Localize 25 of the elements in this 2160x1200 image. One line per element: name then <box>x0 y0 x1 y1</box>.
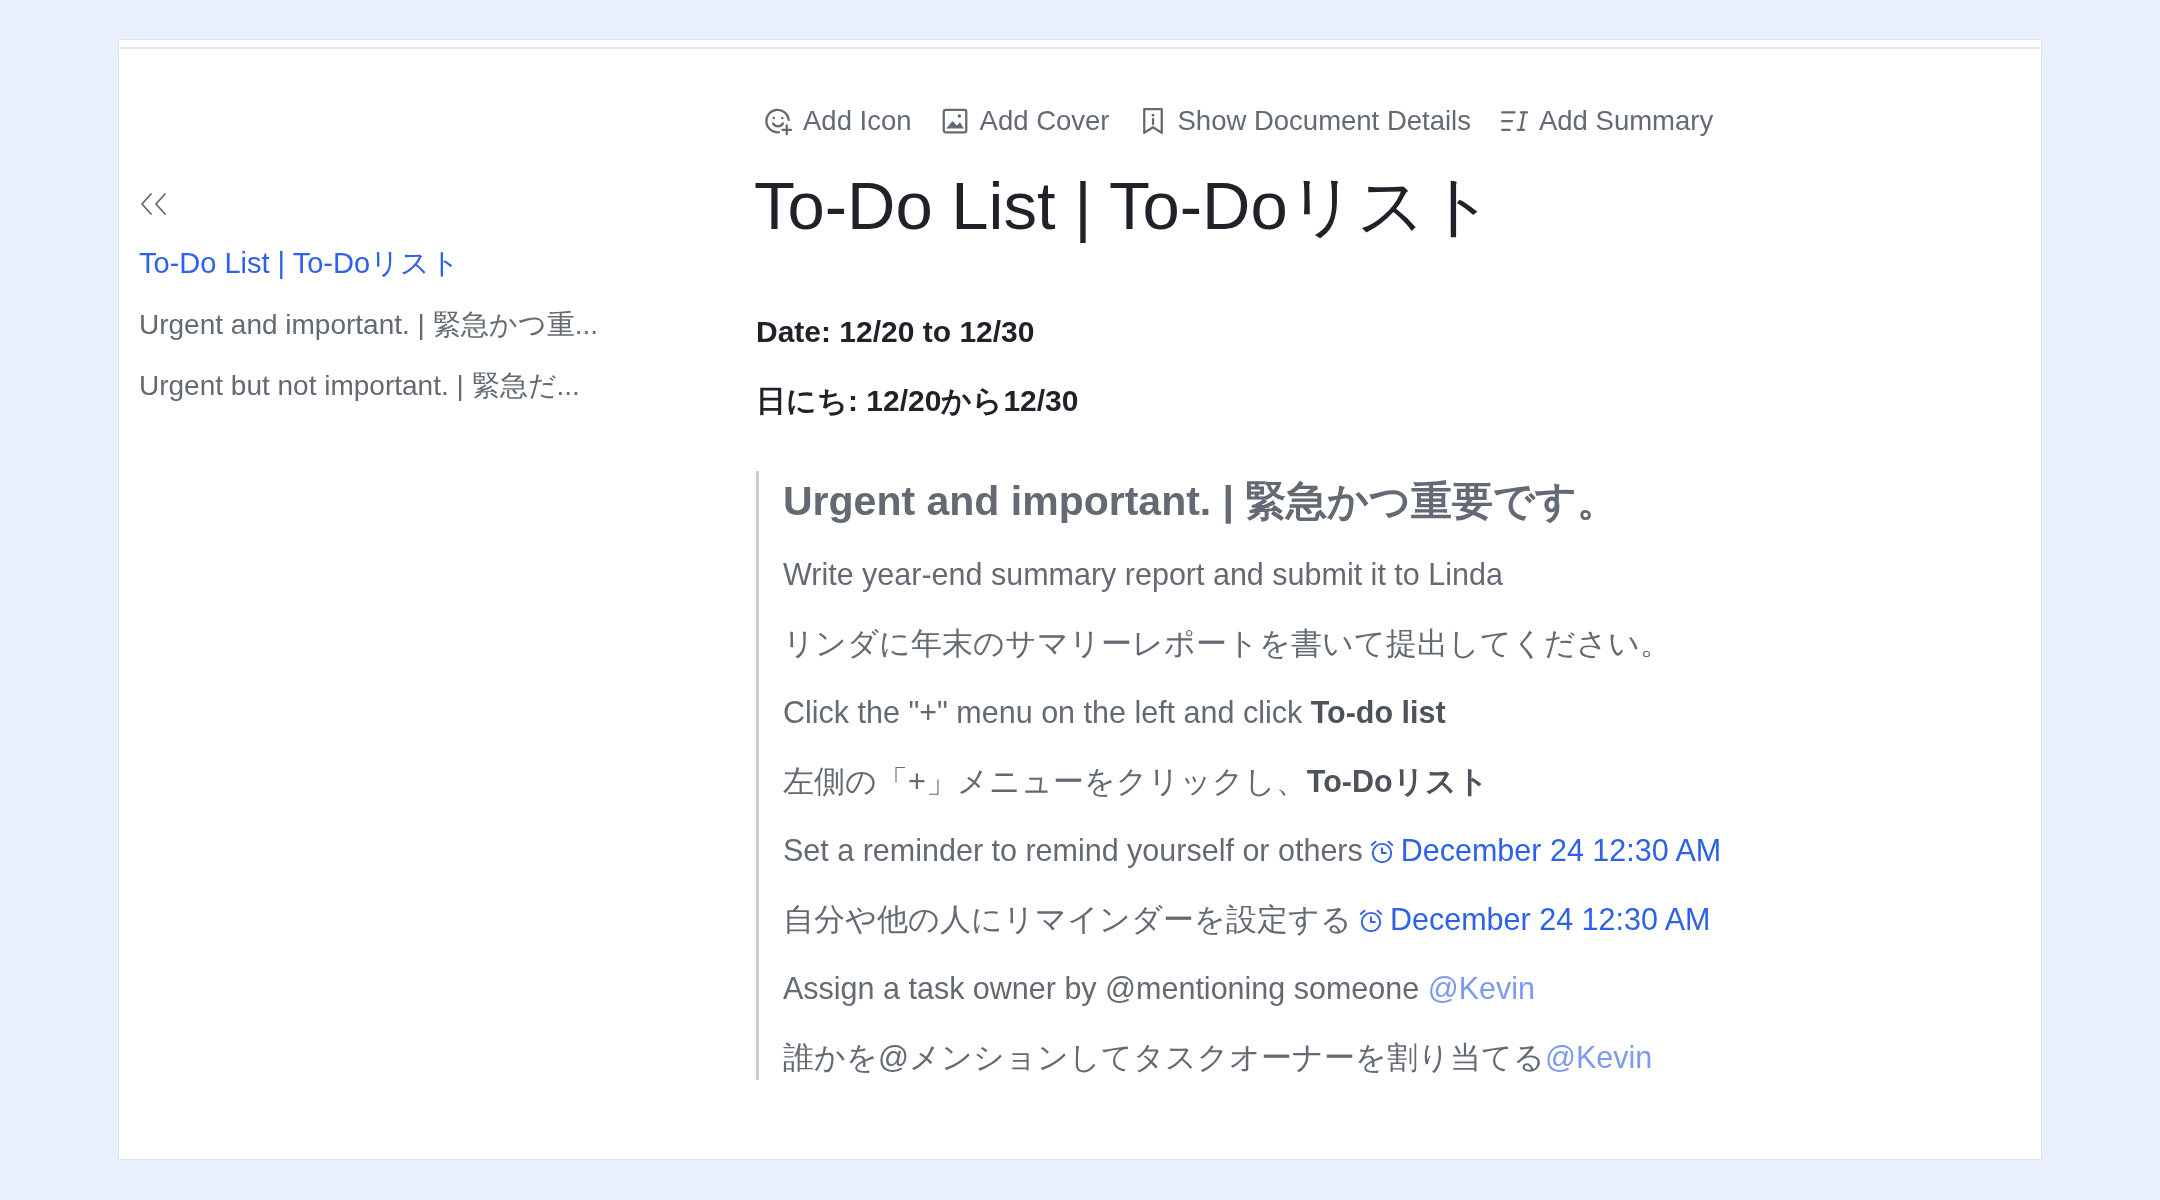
toolbar-button[interactable]: Show Document Details <box>1137 103 1471 139</box>
section-heading: Urgent and important. | 緊急かつ重要です。 <box>783 477 1619 526</box>
body-text: リンダに年末のサマリーレポートを書いて提出してください。 <box>783 626 1671 660</box>
toolbar-button[interactable]: Add Summary <box>1498 103 1714 139</box>
toolbar-button[interactable]: Add Cover <box>939 103 1110 139</box>
document-title: To-Do List | To-Doリスト <box>754 167 1495 244</box>
double-chevron-icon[interactable] <box>139 191 169 217</box>
outline-item[interactable]: Urgent and important. | 緊急かつ重... <box>139 307 598 343</box>
date-line: Date: 12/20 to 12/30 <box>756 314 1035 350</box>
reminder-link[interactable]: December 24 12:30 AM <box>1368 833 1722 867</box>
outline-item[interactable]: To-Do List | To-Doリスト <box>139 244 461 282</box>
body-text: Write year-end summary report and submit it to Linda <box>783 557 1503 591</box>
alarm-clock-icon <box>1358 908 1384 934</box>
smiley-plus-icon <box>763 106 793 136</box>
toolbar-button[interactable]: Add Icon <box>763 103 912 139</box>
date-line: 日にち: 12/20から12/30 <box>756 383 1079 419</box>
reminder-link[interactable]: December 24 12:30 AM <box>1358 902 1711 936</box>
body-text: Assign a task owner by @mentioning someone <box>783 971 1421 1005</box>
body-text: Set a reminder to remind yourself or others <box>783 833 1363 867</box>
body-text: 誰かを@メンションしてタスクオーナーを割り当てる <box>783 1040 1545 1074</box>
body-text: 自分や他の人にリマインダーを設定する <box>783 902 1352 936</box>
outline-item[interactable]: Urgent but not important. | 緊急だ... <box>139 368 580 404</box>
alarm-clock-icon <box>1368 839 1395 865</box>
body-text: 左側の「+」メニューをクリックし、To-Doリスト <box>783 764 1489 798</box>
body-text: Click the "+" menu on the left and click To-do list <box>783 695 1446 729</box>
